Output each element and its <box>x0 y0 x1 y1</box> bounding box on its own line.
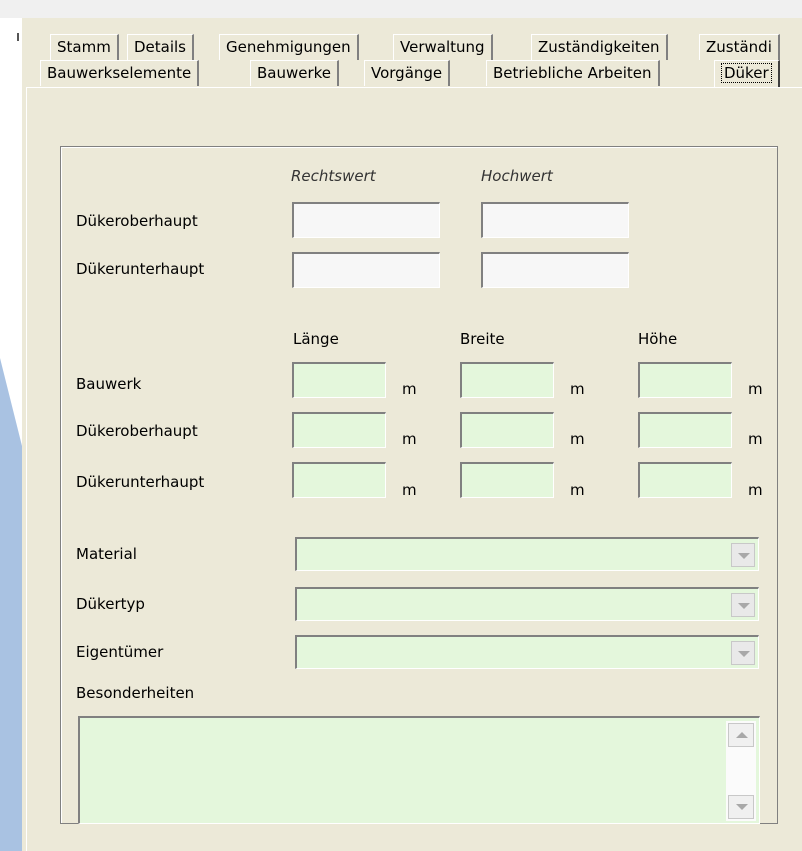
oberhaupt-laenge-field[interactable] <box>292 412 386 448</box>
tab-bauwerke[interactable]: Bauwerke <box>250 60 340 86</box>
bauwerk-laenge-field[interactable] <box>292 362 386 398</box>
rechtswert-oberhaupt-field[interactable] <box>292 202 440 238</box>
label-duekerunterhaupt-dim: Dükerunterhaupt <box>76 473 205 491</box>
tab-genehmigungen[interactable]: Genehmigungen <box>219 34 359 60</box>
header-breite: Breite <box>460 330 505 348</box>
header-laenge: Länge <box>293 330 339 348</box>
unit-m: m <box>570 380 585 398</box>
label-eigentuemer: Eigentümer <box>76 643 164 661</box>
unit-m: m <box>748 380 763 398</box>
label-besonderheiten: Besonderheiten <box>76 684 195 702</box>
tab-dueker-label: Düker <box>721 63 772 83</box>
top-strip <box>0 0 802 18</box>
tab-verwaltung[interactable]: Verwaltung <box>393 34 493 60</box>
tab-betriebliche-arbeiten[interactable]: Betriebliche Arbeiten <box>486 60 660 86</box>
unterhaupt-breite-field[interactable] <box>460 462 554 498</box>
material-select[interactable] <box>295 537 759 571</box>
hochwert-unterhaupt-field[interactable] <box>481 252 629 288</box>
scroll-up-icon[interactable] <box>728 723 754 747</box>
duekertyp-select[interactable] <box>295 587 759 621</box>
tab-zustaendigkeiten[interactable]: Zuständigkeiten <box>531 34 668 60</box>
unit-m: m <box>748 430 763 448</box>
unterhaupt-laenge-field[interactable] <box>292 462 386 498</box>
unterhaupt-hoehe-field[interactable] <box>638 462 732 498</box>
tab-stamm[interactable]: Stamm <box>50 34 119 60</box>
oberhaupt-breite-field[interactable] <box>460 412 554 448</box>
tab-zustaendigkeiten-2[interactable]: Zuständi <box>699 34 780 60</box>
header-hoehe: Höhe <box>638 330 678 348</box>
label-duekertyp: Dükertyp <box>76 595 145 613</box>
unit-m: m <box>748 481 763 499</box>
tab-dueker[interactable]: Düker <box>714 60 780 88</box>
label-duekeroberhaupt-coord: Dükeroberhaupt <box>76 212 198 230</box>
unit-m: m <box>570 481 585 499</box>
header-hochwert: Hochwert <box>481 167 553 185</box>
bauwerk-breite-field[interactable] <box>460 362 554 398</box>
hochwert-oberhaupt-field[interactable] <box>481 202 629 238</box>
bauwerk-hoehe-field[interactable] <box>638 362 732 398</box>
unit-m: m <box>570 430 585 448</box>
unit-m: m <box>402 481 417 499</box>
chevron-down-icon[interactable] <box>731 543 755 567</box>
rechtswert-unterhaupt-field[interactable] <box>292 252 440 288</box>
besonderheiten-textarea[interactable] <box>78 716 760 824</box>
unit-m: m <box>402 380 417 398</box>
tab-vorgaenge[interactable]: Vorgänge <box>364 60 451 86</box>
label-material: Material <box>76 545 137 563</box>
eigentuemer-select[interactable] <box>295 635 759 669</box>
tab-details[interactable]: Details <box>127 34 195 60</box>
label-bauwerk: Bauwerk <box>76 375 142 393</box>
label-duekerunterhaupt-coord: Dükerunterhaupt <box>76 260 205 278</box>
oberhaupt-hoehe-field[interactable] <box>638 412 732 448</box>
tab-bauwerkselemente[interactable]: Bauwerkselemente <box>40 60 200 86</box>
chevron-down-icon[interactable] <box>731 641 755 665</box>
unit-m: m <box>402 430 417 448</box>
label-duekeroberhaupt-dim: Dükeroberhaupt <box>76 422 198 440</box>
scroll-down-icon[interactable] <box>728 795 754 819</box>
window-corner <box>17 33 19 41</box>
chevron-down-icon[interactable] <box>731 593 755 617</box>
vertical-scrollbar[interactable] <box>726 721 756 821</box>
header-rechtswert: Rechtswert <box>291 167 376 185</box>
